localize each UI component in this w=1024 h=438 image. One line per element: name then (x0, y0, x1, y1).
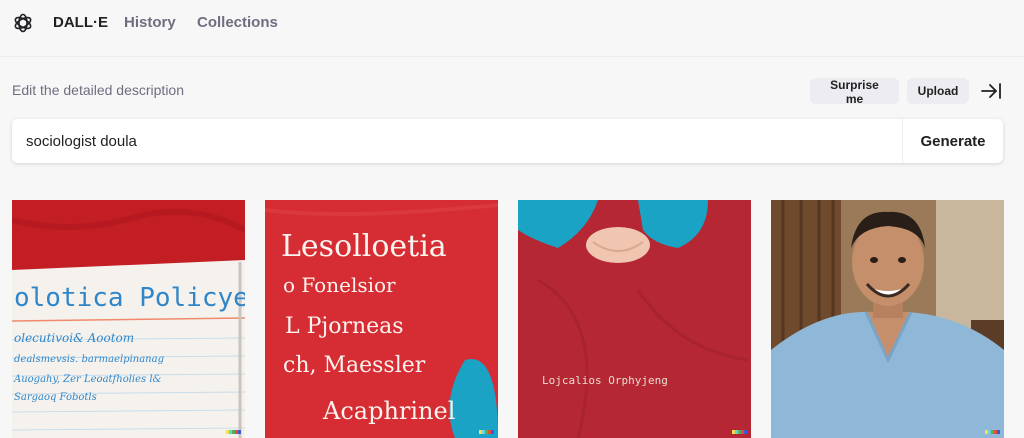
notebook-line: dealsmevsis. barmaelpinanag (14, 354, 164, 365)
surprise-me-button[interactable]: Surprise me (810, 78, 899, 106)
chalk-line: Lesolloetia (281, 229, 447, 264)
notebook-line: olecutivoi& Aootom (14, 331, 134, 345)
notebook-line: Sargaoq Fobotls (14, 392, 97, 403)
collapse-panel-icon[interactable] (979, 80, 1003, 102)
top-nav: DALL·E History Collections (0, 0, 1024, 46)
chalk-line: Acaphrinel (322, 397, 455, 425)
openai-logo-icon[interactable] (12, 12, 34, 34)
dalle-watermark-icon (732, 430, 747, 434)
generated-image-3[interactable]: Lojcalios Orphyjeng (518, 200, 751, 438)
prompt-input[interactable] (12, 119, 902, 163)
notebook-line: Auogahy, Zer Leoatfholies l& (13, 374, 162, 385)
dalle-watermark-icon (479, 430, 494, 434)
generate-button[interactable]: Generate (903, 119, 1003, 163)
prompt-bar: Generate (12, 119, 1003, 163)
nav-brand-dalle[interactable]: DALL·E (53, 14, 108, 31)
description-label: Edit the detailed description (12, 82, 184, 98)
notebook-heading: olotica Policyel (14, 283, 245, 313)
dalle-watermark-icon (226, 430, 241, 434)
chalk-line: ch, Maessler (283, 353, 426, 378)
chalk-line: L Pjorneas (285, 314, 404, 339)
upload-button[interactable]: Upload (907, 78, 969, 104)
generated-image-1[interactable]: olotica Policyel olecutivoi& Aootom deal… (12, 200, 245, 438)
generated-image-4[interactable] (771, 200, 1004, 438)
clasped-hands (586, 227, 650, 263)
nav-collections[interactable]: Collections (197, 14, 278, 31)
dalle-watermark-icon (985, 430, 1000, 434)
chalk-line: o Fonelsior (283, 273, 396, 297)
stitched-text: Lojcalios Orphyjeng (542, 374, 668, 387)
generated-image-2[interactable]: Lesolloetia o Fonelsior L Pjorneas ch, M… (265, 200, 498, 438)
header-divider (0, 56, 1024, 57)
nav-history[interactable]: History (124, 14, 176, 31)
